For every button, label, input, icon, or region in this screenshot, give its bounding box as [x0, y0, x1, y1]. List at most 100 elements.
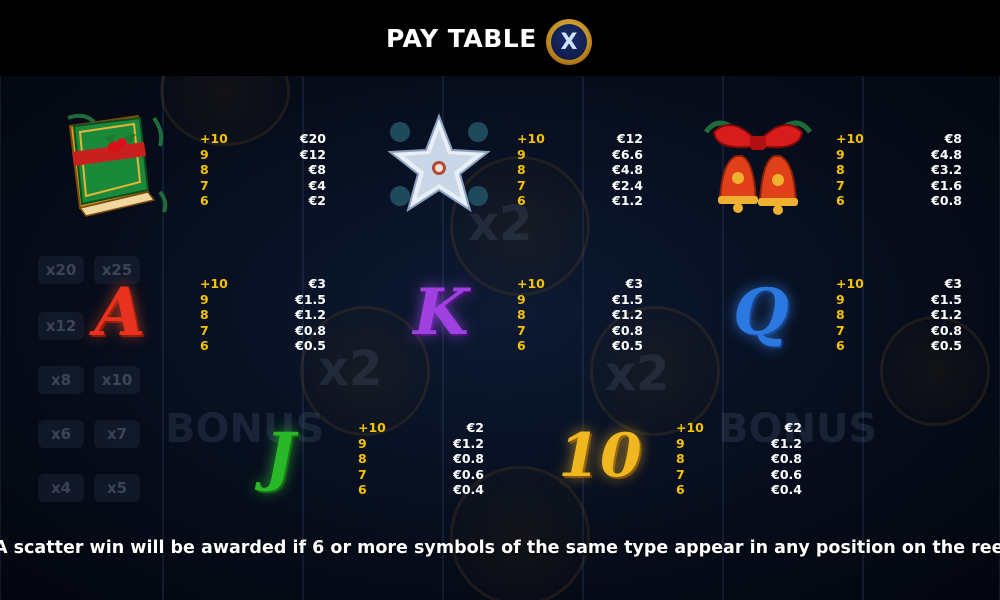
pay-value: €6.6: [612, 146, 643, 162]
pay-count: +10: [517, 276, 545, 291]
pay-row: 8 €0.8: [358, 451, 484, 467]
pay-row: 6 €0.5: [517, 338, 643, 354]
pay-count: 7: [517, 322, 526, 338]
pay-row: 6 €1.2: [517, 193, 643, 209]
pay-count: 8: [358, 451, 367, 466]
pay-count: 9: [200, 146, 209, 162]
pay-count: 8: [517, 307, 526, 322]
pay-row: 8 €4.8: [517, 162, 643, 178]
ten-symbol-icon: 10: [558, 421, 642, 491]
pay-value: €1.2: [771, 435, 802, 451]
pay-row: 7 €2.4: [517, 178, 643, 194]
pay-row: 9 €1.5: [517, 292, 643, 308]
pay-row: 7 €0.8: [836, 323, 962, 339]
pay-value: €2: [308, 193, 326, 208]
pay-count: 8: [200, 162, 209, 177]
pay-value: €3: [944, 276, 962, 291]
ghost-multiplier: x5: [94, 474, 140, 502]
pay-value: €4.8: [612, 162, 643, 177]
pay-value: €0.6: [771, 466, 802, 482]
pay-value: €0.8: [931, 193, 962, 208]
pay-count: 6: [676, 482, 685, 497]
pay-value: €20: [299, 131, 326, 146]
pay-value: €0.5: [931, 338, 962, 353]
pay-row: +10 €12: [517, 131, 643, 147]
pay-value: €2: [784, 420, 802, 435]
pay-count: 6: [200, 193, 209, 208]
star-icon: [384, 112, 494, 218]
pay-count: 6: [358, 482, 367, 497]
pay-count: 6: [200, 338, 209, 353]
pay-row: 7 €4: [200, 178, 326, 194]
k-symbol-icon: K: [413, 274, 469, 350]
pay-value: €0.8: [612, 322, 643, 338]
pay-value: €12: [616, 131, 643, 146]
pay-value: €1.6: [931, 177, 962, 193]
pay-row: 6 €0.4: [358, 482, 484, 498]
ghost-multiplier: x4: [38, 474, 84, 502]
pay-count: +10: [676, 420, 704, 435]
pay-row: 7 €1.6: [836, 178, 962, 194]
q-symbol-icon: Q: [733, 274, 789, 350]
paytable-bells: +10 €8 9 €4.8 8 €3.2 7 €1.6 6 €0.8: [836, 131, 962, 209]
pay-row: 6 €0.5: [200, 338, 326, 354]
j-symbol-icon: J: [264, 418, 296, 494]
pay-row: +10 €2: [358, 420, 484, 436]
pay-value: €3: [308, 276, 326, 291]
pay-count: 7: [676, 466, 685, 482]
pay-value: €0.5: [295, 338, 326, 353]
pay-count: 7: [200, 177, 209, 193]
pay-row: +10 €2: [676, 420, 802, 436]
paytable-q: +10 €3 9 €1.5 8 €1.2 7 €0.8 6 €0.5: [836, 276, 962, 354]
pay-count: +10: [517, 131, 545, 146]
pay-count: 9: [836, 291, 845, 307]
pay-value: €4: [308, 177, 326, 193]
pay-value: €1.5: [612, 291, 643, 307]
paytable-star: +10 €12 9 €6.6 8 €4.8 7 €2.4 6 €1.2: [517, 131, 643, 209]
paytable-book: +10 €20 9 €12 8 €8 7 €4 6 €2: [200, 131, 326, 209]
page-title: PAY TABLE: [386, 24, 537, 53]
pay-value: €4.8: [931, 146, 962, 162]
book-icon: [64, 112, 174, 218]
pay-value: €0.4: [453, 482, 484, 497]
pay-value: €1.2: [931, 307, 962, 322]
pay-row: 9 €12: [200, 147, 326, 163]
close-icon: X: [551, 24, 587, 60]
pay-value: €3: [625, 276, 643, 291]
pay-row: +10 €3: [200, 276, 326, 292]
ghost-multiplier: x7: [94, 420, 140, 448]
pay-value: €1.5: [295, 291, 326, 307]
pay-value: €0.8: [295, 322, 326, 338]
pay-count: 6: [836, 338, 845, 353]
ghost-multiplier: x2: [318, 341, 383, 397]
a-symbol-icon: A: [94, 273, 146, 351]
bells-icon: [702, 112, 814, 222]
pay-count: +10: [836, 276, 864, 291]
pay-count: 8: [517, 162, 526, 177]
header-bar: PAY TABLE X: [0, 0, 1000, 76]
pay-count: 8: [836, 162, 845, 177]
pay-row: 9 €1.2: [358, 436, 484, 452]
ghost-multiplier: x10: [94, 366, 140, 394]
pay-row: 9 €6.6: [517, 147, 643, 163]
pay-count: 8: [676, 451, 685, 466]
pay-row: 9 €1.2: [676, 436, 802, 452]
pay-row: 9 €1.5: [200, 292, 326, 308]
pay-count: 7: [836, 322, 845, 338]
pay-count: +10: [200, 276, 228, 291]
pay-count: 7: [836, 177, 845, 193]
pay-value: €1.2: [612, 307, 643, 322]
pay-value: €1.2: [295, 307, 326, 322]
pay-count: 9: [517, 146, 526, 162]
pay-row: +10 €3: [836, 276, 962, 292]
close-button[interactable]: X: [546, 19, 592, 65]
pay-row: 8 €1.2: [200, 307, 326, 323]
pay-value: €2: [466, 420, 484, 435]
pay-row: 8 €8: [200, 162, 326, 178]
pay-row: 8 €1.2: [517, 307, 643, 323]
pay-value: €0.8: [453, 451, 484, 466]
pay-row: 7 €0.6: [358, 467, 484, 483]
pay-count: +10: [836, 131, 864, 146]
pay-count: 7: [517, 177, 526, 193]
pay-count: +10: [200, 131, 228, 146]
